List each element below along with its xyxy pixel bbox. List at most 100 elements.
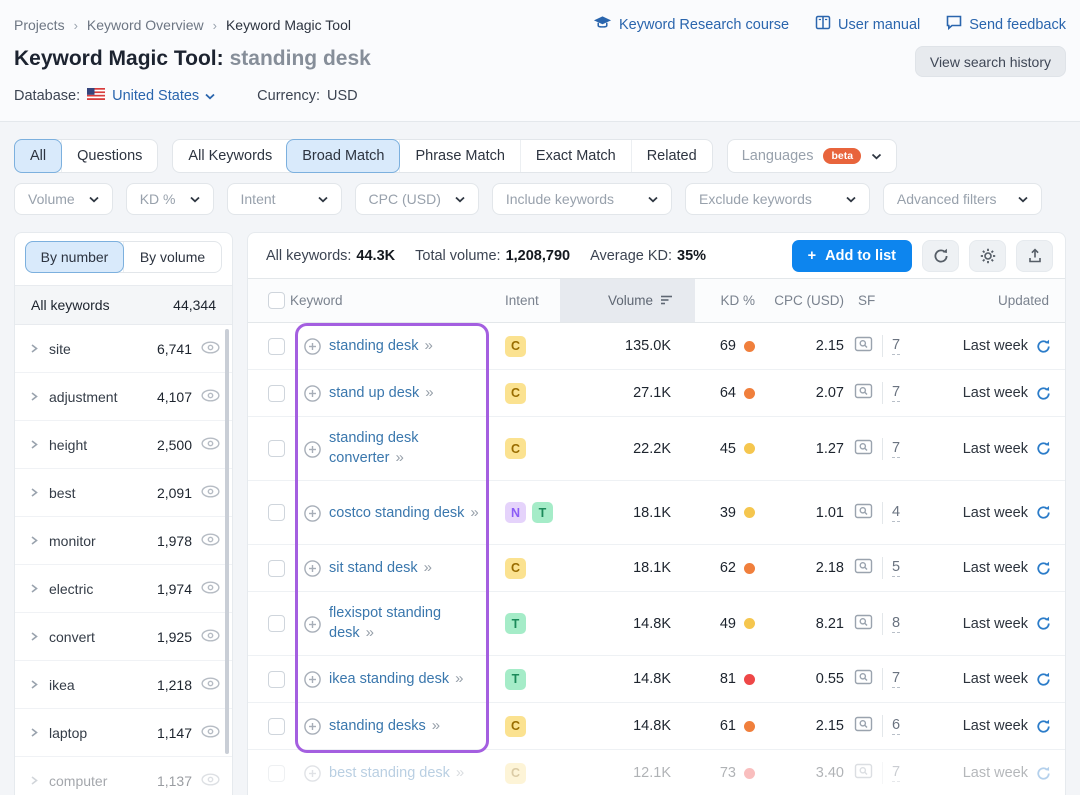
serp-preview-icon[interactable] [854,336,873,356]
circle-plus-icon[interactable] [304,671,321,688]
sidebar-group-monitor[interactable]: monitor 1,978 [15,517,232,565]
tab-related[interactable]: Related [631,140,712,172]
refresh-row-icon[interactable] [1036,616,1051,631]
serp-preview-icon[interactable] [854,439,873,459]
eye-icon[interactable] [201,581,220,597]
chevron-right-icon[interactable] [29,487,39,498]
select-all-checkbox[interactable] [268,292,285,309]
tab-exact-match[interactable]: Exact Match [520,140,631,172]
serp-preview-icon[interactable] [854,503,873,523]
row-checkbox[interactable] [268,718,285,735]
view-search-history-button[interactable]: View search history [915,46,1066,77]
column-header-cpc[interactable]: CPC (USD) [763,279,848,322]
column-header-updated[interactable]: Updated [920,279,1065,322]
serp-preview-icon[interactable] [854,669,873,689]
expand-chevrons-icon[interactable]: » [455,670,464,687]
eye-icon[interactable] [201,341,220,357]
exclude-keywords-dropdown[interactable]: Exclude keywords [685,183,870,215]
expand-chevrons-icon[interactable]: » [425,384,434,401]
refresh-row-icon[interactable] [1036,505,1051,520]
volume-filter-dropdown[interactable]: Volume [14,183,113,215]
keyword-link[interactable]: standing desks [329,718,426,734]
keyword-link[interactable]: costco standing desk [329,505,464,521]
toggle-by-volume[interactable]: By volume [123,242,221,272]
chevron-right-icon[interactable] [29,775,39,786]
export-button[interactable] [1016,240,1053,272]
column-header-sf[interactable]: SF [848,279,920,322]
sf-count-link[interactable]: 7 [892,670,900,688]
serp-preview-icon[interactable] [854,716,873,736]
column-header-volume[interactable]: Volume [560,279,695,322]
expand-chevrons-icon[interactable]: » [424,559,433,576]
keyword-link[interactable]: stand up desk [329,385,419,401]
refresh-row-icon[interactable] [1036,672,1051,687]
user-manual-link[interactable]: User manual [815,15,920,34]
sidebar-group-computer[interactable]: computer 1,137 [15,757,232,795]
chevron-right-icon[interactable] [29,535,39,546]
sidebar-group-height[interactable]: height 2,500 [15,421,232,469]
serp-preview-icon[interactable] [854,558,873,578]
tab-all-keywords[interactable]: All Keywords [173,140,287,172]
keyword-link[interactable]: best standing desk [329,765,450,781]
refresh-button[interactable] [922,240,959,272]
eye-icon[interactable] [201,629,220,645]
kd-filter-dropdown[interactable]: KD % [126,183,214,215]
keyword-link[interactable]: ikea standing desk [329,671,449,687]
sf-count-link[interactable]: 4 [892,504,900,522]
row-checkbox[interactable] [268,338,285,355]
add-to-list-button[interactable]: + Add to list [792,240,912,272]
eye-icon[interactable] [201,485,220,501]
row-checkbox[interactable] [268,504,285,521]
circle-plus-icon[interactable] [304,718,321,735]
row-checkbox[interactable] [268,385,285,402]
row-checkbox[interactable] [268,560,285,577]
row-checkbox[interactable] [268,765,285,782]
expand-chevrons-icon[interactable]: » [366,624,375,641]
row-checkbox[interactable] [268,615,285,632]
breadcrumb-keyword-overview[interactable]: Keyword Overview [87,17,204,33]
sf-count-link[interactable]: 6 [892,717,900,735]
breadcrumb-projects[interactable]: Projects [14,17,65,33]
sidebar-group-electric[interactable]: electric 1,974 [15,565,232,613]
circle-plus-icon[interactable] [304,338,321,355]
tab-phrase-match[interactable]: Phrase Match [399,140,519,172]
expand-chevrons-icon[interactable]: » [456,764,465,781]
intent-filter-dropdown[interactable]: Intent [227,183,342,215]
chevron-right-icon[interactable] [29,631,39,642]
sidebar-group-adjustment[interactable]: adjustment 4,107 [15,373,232,421]
circle-plus-icon[interactable] [304,765,321,782]
refresh-row-icon[interactable] [1036,719,1051,734]
refresh-row-icon[interactable] [1036,339,1051,354]
keyword-link[interactable]: sit stand desk [329,560,418,576]
circle-plus-icon[interactable] [304,505,321,522]
advanced-filters-dropdown[interactable]: Advanced filters [883,183,1043,215]
include-keywords-dropdown[interactable]: Include keywords [492,183,672,215]
circle-plus-icon[interactable] [304,560,321,577]
chevron-right-icon[interactable] [29,343,39,354]
refresh-row-icon[interactable] [1036,766,1051,781]
tab-all[interactable]: All [14,139,62,173]
refresh-row-icon[interactable] [1036,561,1051,576]
sidebar-group-ikea[interactable]: ikea 1,218 [15,661,232,709]
eye-icon[interactable] [201,437,220,453]
sidebar-scrollbar[interactable] [225,329,229,754]
serp-preview-icon[interactable] [854,383,873,403]
serp-preview-icon[interactable] [854,763,873,783]
circle-plus-icon[interactable] [304,441,321,458]
sidebar-all-keywords-row[interactable]: All keywords 44,344 [15,285,232,325]
tab-questions[interactable]: Questions [61,140,157,172]
languages-dropdown[interactable]: Languages beta [727,139,897,173]
refresh-row-icon[interactable] [1036,441,1051,456]
eye-icon[interactable] [201,389,220,405]
column-header-intent[interactable]: Intent [495,279,560,322]
sf-count-link[interactable]: 7 [892,337,900,355]
send-feedback-link[interactable]: Send feedback [946,15,1066,34]
keyword-link[interactable]: flexispot standing desk [329,605,441,641]
database-selector[interactable]: Database: United States [14,88,215,104]
row-checkbox[interactable] [268,671,285,688]
eye-icon[interactable] [201,773,220,789]
tab-broad-match[interactable]: Broad Match [286,139,400,173]
circle-plus-icon[interactable] [304,616,321,633]
chevron-right-icon[interactable] [29,679,39,690]
keyword-link[interactable]: standing desk converter [329,430,418,466]
